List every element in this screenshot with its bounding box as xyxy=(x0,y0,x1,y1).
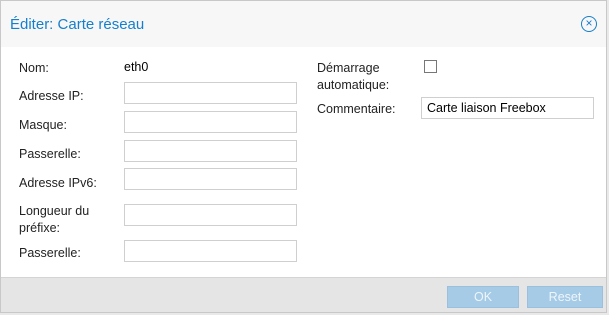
autostart-label-line2: automatique: xyxy=(317,78,390,92)
comment-input[interactable] xyxy=(421,97,594,119)
prefix-label-line1: Longueur du xyxy=(19,204,90,218)
mask-label: Masque: xyxy=(19,118,67,132)
ipv6-label: Adresse IPv6: xyxy=(19,176,97,190)
ip-label: Adresse IP: xyxy=(19,89,84,103)
dialog-footer: OK Reset xyxy=(1,277,606,312)
gateway-input[interactable] xyxy=(124,140,297,162)
ok-button[interactable]: OK xyxy=(447,286,519,308)
ipv6-address-input[interactable] xyxy=(124,168,297,190)
dialog-header: Éditer: Carte réseau × xyxy=(1,1,606,48)
prefix-length-input[interactable] xyxy=(124,204,297,226)
ipv6-gateway-input[interactable] xyxy=(124,240,297,262)
edit-network-dialog: Éditer: Carte réseau × Nom: eth0 Adresse… xyxy=(0,0,607,313)
autostart-label-line1: Démarrage xyxy=(317,61,380,75)
form-body xyxy=(1,47,606,277)
dialog-title: Éditer: Carte réseau xyxy=(10,16,145,33)
gateway6-label: Passerelle: xyxy=(19,246,81,260)
gateway-label: Passerelle: xyxy=(19,147,81,161)
comment-label: Commentaire: xyxy=(317,102,396,116)
close-icon[interactable]: × xyxy=(581,16,597,32)
prefix-label-line2: préfixe: xyxy=(19,221,60,235)
name-value: eth0 xyxy=(124,60,149,74)
mask-input[interactable] xyxy=(124,111,297,133)
reset-button[interactable]: Reset xyxy=(527,286,603,308)
ip-address-input[interactable] xyxy=(124,82,297,104)
autostart-checkbox[interactable] xyxy=(424,60,437,73)
name-label: Nom: xyxy=(19,61,49,75)
